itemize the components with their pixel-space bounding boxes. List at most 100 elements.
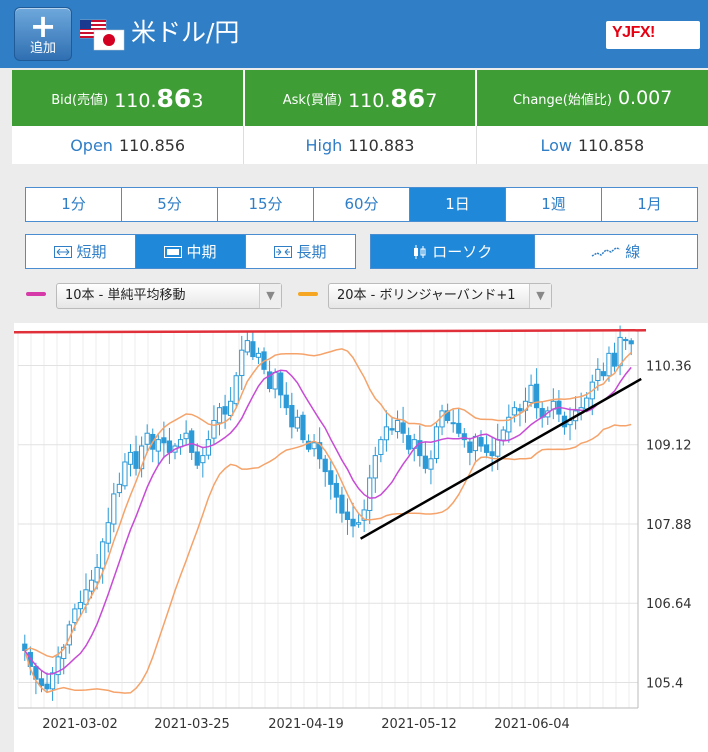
candle-down: [328, 470, 334, 485]
range-mid-button[interactable]: 中期: [136, 235, 246, 268]
candle-down: [623, 338, 629, 342]
candle-up: [177, 439, 184, 448]
range-toggle: 短期 中期 長期: [25, 234, 356, 269]
candle-down: [456, 422, 462, 434]
candlestick-label: ローソク: [432, 243, 493, 261]
candle-up: [183, 432, 189, 440]
price-chart[interactable]: 110.36 109.12 107.88 106.64 105.4 2021-03-02 2…: [13, 323, 708, 752]
candle-down: [628, 340, 634, 345]
candle-down: [278, 372, 284, 396]
add-button[interactable]: + 追加: [14, 7, 72, 61]
x-tick-label: 2021-04-19: [268, 717, 344, 732]
tab-period-1min[interactable]: 1分: [26, 188, 122, 221]
candle-up: [211, 419, 217, 439]
line-chart-icon: [591, 246, 621, 257]
candle-down: [534, 383, 540, 409]
candle-down: [600, 371, 607, 377]
add-button-label: 追加: [29, 41, 56, 56]
low-label: Low: [540, 135, 572, 155]
y-tick-label: 107.88: [646, 518, 692, 533]
y-tick-label: 110.36: [646, 360, 692, 375]
ask-value: 110.867: [348, 83, 438, 113]
sma-swatch: [26, 292, 46, 296]
candle-up: [383, 426, 390, 441]
candle-down: [422, 455, 428, 469]
candle-up: [495, 439, 501, 457]
candle-down: [339, 494, 345, 514]
line-chart-button[interactable]: 線: [535, 235, 698, 268]
candle-down: [406, 435, 412, 450]
range-short-button[interactable]: 短期: [26, 235, 136, 268]
x-tick-label: 2021-06-04: [494, 717, 570, 732]
candle-up: [272, 372, 278, 390]
candle-up: [77, 602, 84, 610]
candle-down: [333, 482, 339, 498]
currency-pair-title: 米ドル/円: [131, 18, 240, 47]
candle-up: [528, 384, 534, 403]
range-long-button[interactable]: 長期: [246, 235, 355, 268]
candle-up: [100, 541, 106, 569]
y-tick-label: 109.12: [646, 439, 692, 454]
bollinger-select[interactable]: 20本 - ボリンジャーバンド+1 ▼: [328, 283, 552, 309]
candle-down: [389, 428, 395, 431]
candle-up: [49, 672, 56, 690]
candle-up: [116, 483, 122, 494]
candle-down: [189, 430, 195, 453]
range-long-label: 長期: [296, 243, 327, 261]
candle-down: [44, 683, 50, 690]
high-label: High: [305, 135, 343, 155]
candle-up: [122, 461, 128, 487]
x-tick-label: 2021-03-25: [154, 717, 230, 732]
candle-up: [428, 458, 434, 470]
open-label: Open: [70, 135, 113, 155]
tab-period-60min[interactable]: 60分: [314, 188, 410, 221]
bollinger-swatch: [298, 292, 318, 296]
bid-quote: Bid(売値) 110.863: [12, 70, 245, 126]
candle-up: [200, 455, 206, 464]
tab-period-1day[interactable]: 1日: [410, 188, 506, 221]
candle-up: [216, 407, 223, 424]
y-tick-label: 106.64: [646, 597, 692, 612]
candle-up: [88, 579, 95, 592]
support-trendline: [359, 377, 642, 540]
candle-down: [250, 341, 256, 358]
tab-period-1week[interactable]: 1週: [506, 188, 602, 221]
candle-up: [244, 340, 250, 353]
high-stat: High 110.883: [244, 126, 477, 164]
candlestick-chart: 110.36 109.12 107.88 106.64 105.4 2021-03-02 2…: [13, 325, 692, 732]
candle-up: [500, 429, 506, 441]
tab-period-5min[interactable]: 5分: [122, 188, 218, 221]
quote-bar: Bid(売値) 110.863 Ask(買値) 110.867 Change(始…: [12, 70, 708, 126]
candle-down: [289, 404, 295, 428]
candle-down: [350, 518, 356, 527]
candle-up: [355, 522, 362, 525]
candle-down: [489, 451, 495, 457]
open-value: 110.856: [118, 135, 186, 155]
candle-up: [433, 426, 440, 459]
candle-down: [400, 422, 406, 434]
change-quote: Change(始値比) 0.007: [477, 70, 708, 126]
candle-down: [467, 441, 473, 453]
tab-period-1month[interactable]: 1月: [602, 188, 697, 221]
brand-logo: YJFX!: [606, 21, 700, 49]
candle-down: [344, 511, 351, 521]
sma-select[interactable]: 10本 - 単純平均移動 ▼: [56, 283, 282, 309]
candle-up: [617, 336, 623, 367]
candle-up: [439, 410, 445, 428]
candle-up: [595, 368, 601, 382]
candle-up: [294, 416, 301, 429]
candle-up: [378, 439, 384, 455]
bid-value: 110.863: [114, 83, 204, 113]
brand-logo-text: YJFX!: [612, 24, 655, 41]
candle-down: [166, 440, 173, 453]
candle-up: [255, 352, 262, 358]
candle-down: [450, 422, 456, 425]
line-chart-label: 線: [625, 243, 641, 261]
candle-up: [144, 432, 150, 445]
range-mid-label: 中期: [186, 243, 217, 261]
candle-up: [311, 442, 317, 450]
candle-up: [511, 407, 517, 416]
sma-select-value: 10本 - 単純平均移動: [65, 288, 186, 303]
candlestick-button[interactable]: ローソク: [371, 235, 535, 268]
tab-period-15min[interactable]: 15分: [218, 188, 314, 221]
